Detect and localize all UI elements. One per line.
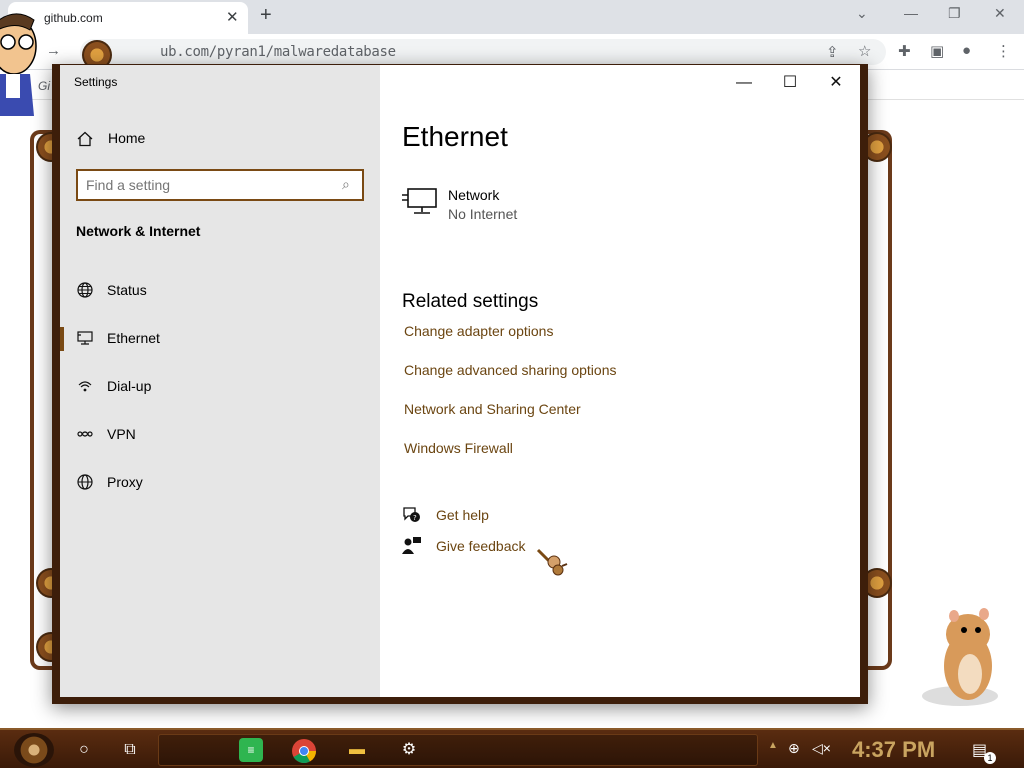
search-input[interactable] xyxy=(86,176,326,194)
search-icon: ⌕ xyxy=(342,176,350,192)
nav-item-proxy[interactable]: Proxy xyxy=(60,463,380,503)
tab-close-icon[interactable]: ✕ xyxy=(226,8,239,26)
ethernet-icon xyxy=(77,331,93,345)
volume-muted-icon[interactable]: ◁× xyxy=(812,740,831,757)
window-title: Settings xyxy=(74,75,118,89)
help-chat-icon: ? xyxy=(403,507,420,522)
network-name[interactable]: Network xyxy=(448,187,499,203)
minimize-button[interactable]: — xyxy=(724,71,764,95)
home-icon xyxy=(77,131,93,147)
nav-item-status[interactable]: Status xyxy=(60,271,380,311)
nav-item-ethernet[interactable]: Ethernet xyxy=(60,319,380,359)
get-help-link[interactable]: Get help xyxy=(436,507,489,523)
give-feedback-link[interactable]: Give feedback xyxy=(436,538,526,554)
settings-gear-icon[interactable]: ⚙ xyxy=(397,738,421,762)
bookmark-star-icon[interactable]: ☆ xyxy=(858,42,871,60)
feedback-person-icon xyxy=(402,537,421,554)
network-status: No Internet xyxy=(448,206,518,222)
tab-title: github.com xyxy=(44,11,103,25)
file-explorer-icon[interactable]: ▬ xyxy=(345,738,369,762)
hamster-mascot-icon xyxy=(922,608,998,706)
menu-icon[interactable]: ⋮ xyxy=(996,42,1011,60)
nav-item-label: VPN xyxy=(107,426,136,442)
link-change-advanced-sharing[interactable]: Change advanced sharing options xyxy=(404,362,617,378)
browser-restore-button[interactable]: ❐ xyxy=(948,5,961,22)
globe-icon xyxy=(77,474,93,490)
share-icon[interactable]: ⇪ xyxy=(826,43,839,61)
section-title: Network & Internet xyxy=(76,223,201,239)
taskbar: ○ ⧉ ≡ ▬ ⚙ ▲ ⊕ ◁× 4:37 PM ▤ 1 xyxy=(0,728,1024,768)
nav-item-label: Dial-up xyxy=(107,378,152,394)
globe-status-icon xyxy=(77,282,93,298)
link-network-sharing-center[interactable]: Network and Sharing Center xyxy=(404,401,581,417)
notification-count-badge: 1 xyxy=(984,752,996,764)
taskbar-apps: ≡ ▬ ⚙ xyxy=(158,734,758,766)
tray-chevron-icon[interactable]: ▲ xyxy=(768,740,778,751)
browser-tabstrip: github.com ✕ + ⌄ — ❐ ✕ xyxy=(0,0,1024,34)
task-view-icon[interactable]: ⧉ xyxy=(118,738,142,762)
active-indicator xyxy=(60,327,64,351)
nav-item-label: Ethernet xyxy=(107,330,160,346)
taskbar-clock[interactable]: 4:37 PM xyxy=(852,737,935,763)
side-panel-icon[interactable]: ▣ xyxy=(930,42,944,60)
notes-app-icon[interactable]: ≡ xyxy=(239,738,263,762)
network-monitor-icon xyxy=(402,188,437,214)
nav-item-label: Proxy xyxy=(107,474,143,490)
start-button[interactable] xyxy=(14,733,54,767)
browser-close-button[interactable]: ✕ xyxy=(994,5,1006,22)
cortana-icon[interactable]: ○ xyxy=(72,738,96,762)
browser-tab[interactable]: github.com ✕ xyxy=(8,2,248,34)
settings-window: Settings Home ⌕ Network & Internet Statu… xyxy=(52,64,868,704)
settings-sidebar: Settings Home ⌕ Network & Internet Statu… xyxy=(60,65,380,697)
settings-content: — ☐ ✕ Ethernet Network No Internet Relat… xyxy=(380,65,860,697)
browser-minimize-button[interactable]: — xyxy=(904,5,918,21)
maximize-button[interactable]: ☐ xyxy=(770,71,810,95)
close-button[interactable]: ✕ xyxy=(816,71,856,95)
vpn-icon xyxy=(77,431,93,437)
nav-item-dialup[interactable]: Dial-up xyxy=(60,367,380,407)
profile-icon[interactable]: ● xyxy=(962,42,971,59)
address-bar[interactable]: ub.com/pyran1/malwaredatabase ⇪ ☆ xyxy=(80,39,886,65)
steampunk-cursor-icon xyxy=(536,548,568,576)
chrome-icon[interactable] xyxy=(291,738,317,764)
nav-item-label: Status xyxy=(107,282,147,298)
dialup-icon xyxy=(78,381,92,392)
link-windows-firewall[interactable]: Windows Firewall xyxy=(404,440,513,456)
svg-text:?: ? xyxy=(413,514,417,522)
tab-search-icon[interactable]: ⌄ xyxy=(856,5,868,22)
related-settings-title: Related settings xyxy=(402,291,539,312)
nav-home-label: Home xyxy=(108,130,146,146)
nav-item-vpn[interactable]: VPN xyxy=(60,415,380,455)
link-change-adapter-options[interactable]: Change adapter options xyxy=(404,323,553,339)
search-box[interactable]: ⌕ xyxy=(76,169,364,201)
forward-arrow-icon[interactable]: → xyxy=(46,42,61,59)
page-title: Ethernet xyxy=(402,121,508,152)
cartoon-avatar-icon xyxy=(0,13,37,116)
network-tray-icon[interactable]: ⊕ xyxy=(788,740,800,757)
new-tab-button[interactable]: + xyxy=(260,4,272,27)
extensions-icon[interactable]: ✚ xyxy=(898,42,911,60)
address-url: ub.com/pyran1/malwaredatabase xyxy=(160,44,396,60)
